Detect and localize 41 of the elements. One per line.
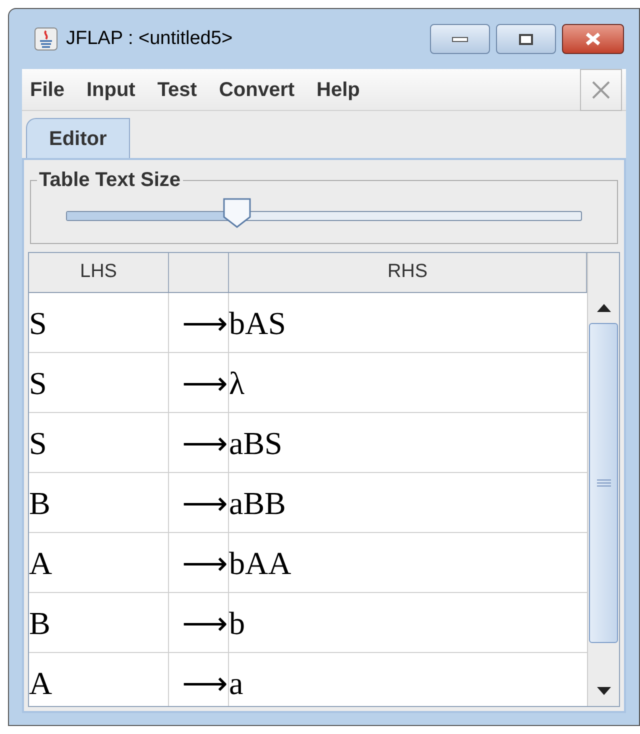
scrollbar[interactable] bbox=[587, 253, 619, 706]
table-cell: ⟶ bbox=[169, 593, 229, 652]
table-cell: S bbox=[29, 413, 169, 472]
menu-item[interactable]: Help bbox=[316, 74, 360, 104]
grip-icon bbox=[596, 479, 610, 487]
table-cell: ⟶ bbox=[169, 413, 229, 472]
table-cell-text: b bbox=[229, 604, 246, 642]
table-cell-text: a bbox=[229, 664, 244, 702]
menu-item[interactable]: File bbox=[30, 74, 64, 104]
table-cell-text: aBS bbox=[229, 424, 284, 462]
table-cell: A bbox=[29, 653, 169, 706]
table-cell: B bbox=[29, 593, 169, 652]
up-arrow-icon bbox=[596, 304, 610, 312]
close-button[interactable] bbox=[562, 24, 624, 54]
table-cell: ⟶ bbox=[169, 653, 229, 706]
scroll-thumb[interactable] bbox=[589, 323, 618, 643]
window-title: JFLAP : <untitled5> bbox=[66, 26, 233, 51]
table-cell: B bbox=[29, 473, 169, 532]
tab[interactable]: Editor bbox=[26, 118, 130, 158]
table-cell: S bbox=[29, 293, 169, 352]
column-header[interactable]: LHS bbox=[29, 253, 169, 292]
table-cell-text: bAA bbox=[229, 544, 292, 582]
table-cell: S bbox=[29, 353, 169, 412]
menu-item[interactable]: Convert bbox=[218, 74, 295, 104]
slider-thumb[interactable] bbox=[222, 197, 252, 229]
table-cell-text: aBB bbox=[229, 484, 287, 522]
table-cell: ⟶ bbox=[169, 533, 229, 592]
close-icon bbox=[591, 80, 611, 100]
menu-item[interactable]: Input bbox=[86, 74, 136, 104]
table-cell-text: bAS bbox=[229, 304, 287, 342]
maximize-button[interactable] bbox=[496, 24, 556, 54]
minimize-button[interactable] bbox=[430, 24, 490, 54]
menu-item[interactable]: Test bbox=[157, 74, 197, 104]
table-cell: ⟶ bbox=[169, 473, 229, 532]
table-cell: ⟶ bbox=[169, 293, 229, 352]
table-cell: A bbox=[29, 533, 169, 592]
close-icon bbox=[584, 32, 602, 46]
table-cell-text: λ bbox=[229, 364, 246, 402]
table-cell: ⟶ bbox=[169, 353, 229, 412]
down-arrow-icon bbox=[596, 687, 610, 695]
coffee-cup-icon bbox=[34, 27, 58, 51]
